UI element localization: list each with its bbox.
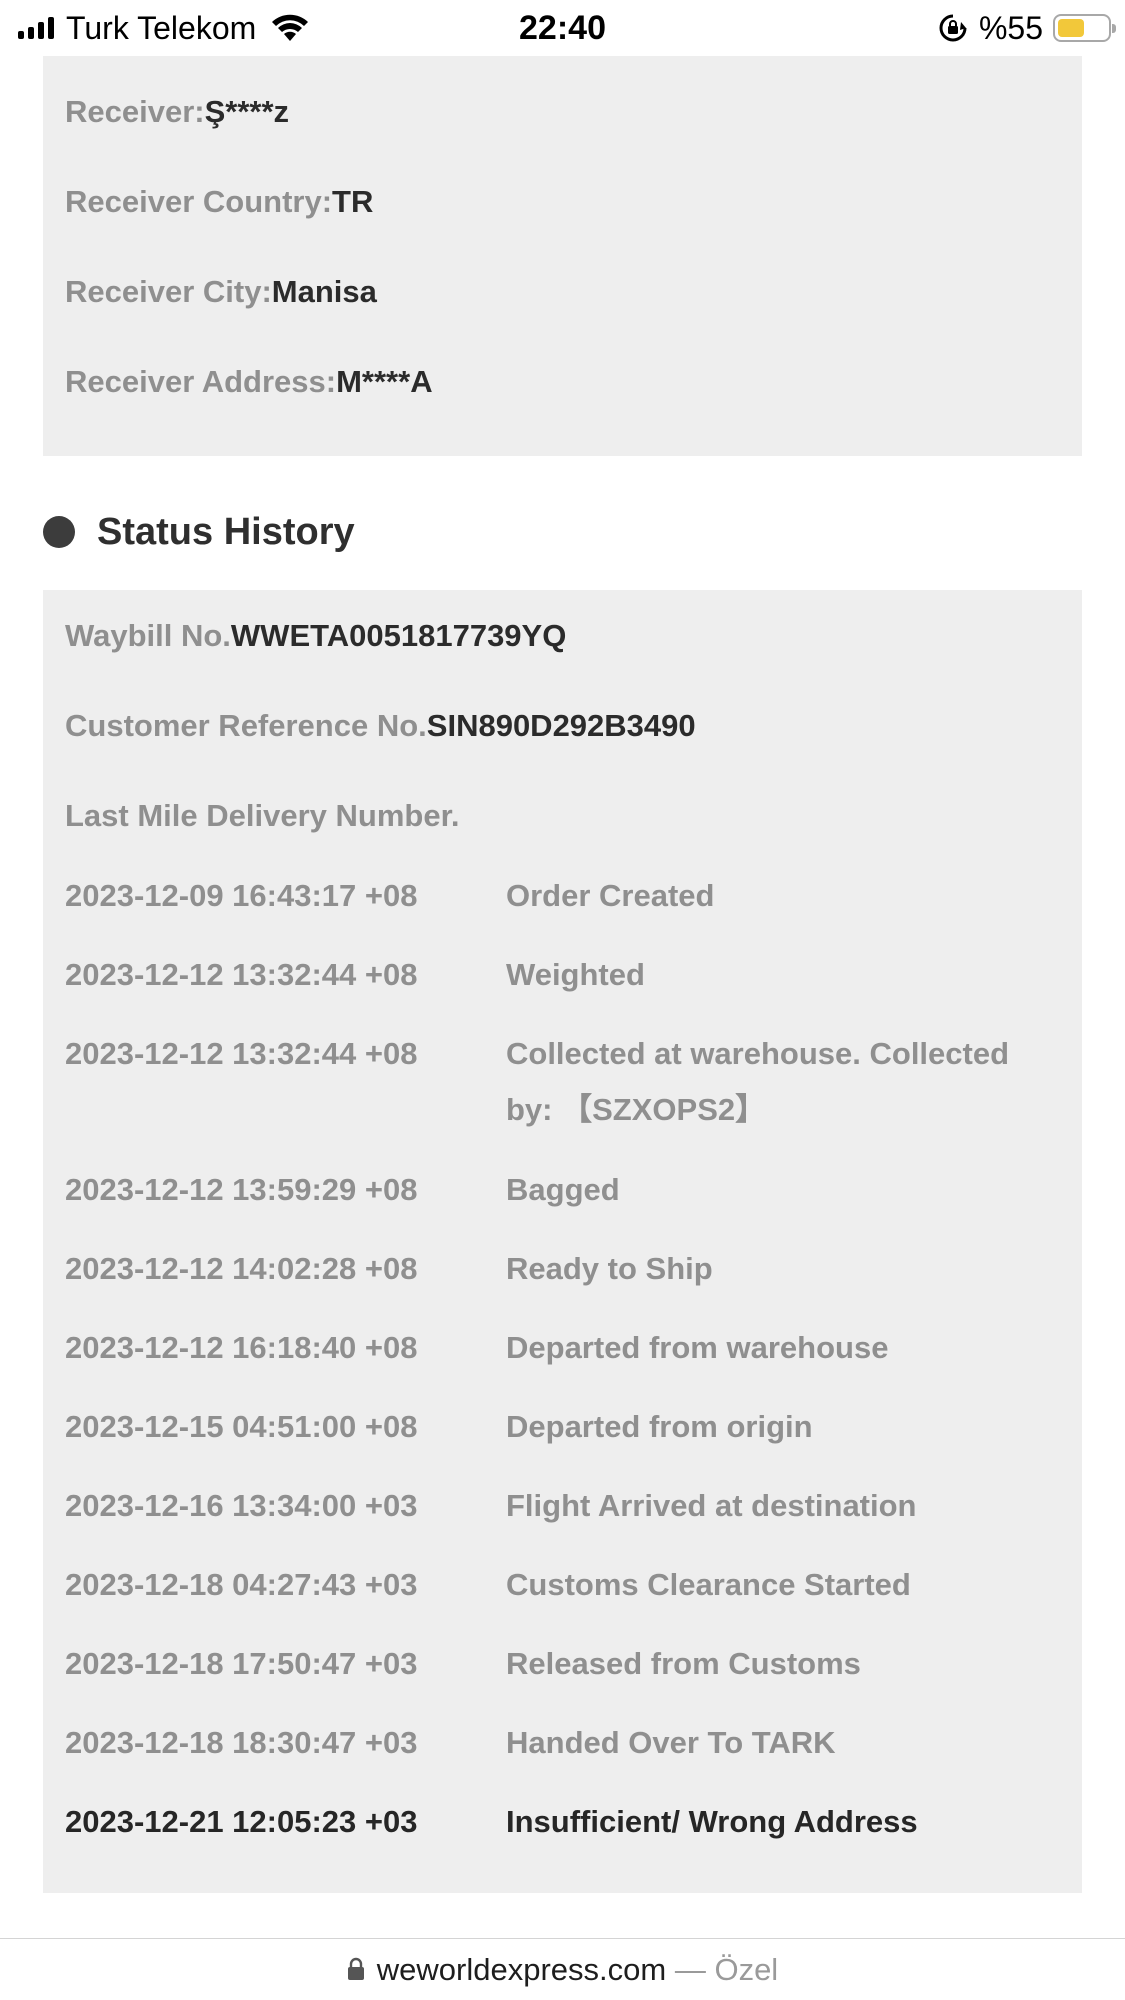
receiver-address-label: Receiver Address: [65, 364, 337, 399]
receiver-city-label: Receiver City: [65, 274, 272, 309]
event-time: 2023-12-18 18:30:47 +03 [65, 1725, 418, 1760]
receiver-address-row: Receiver Address:M****A [65, 362, 433, 402]
event-time: 2023-12-09 16:43:17 +08 [65, 878, 418, 913]
event-time: 2023-12-15 04:51:00 +08 [65, 1409, 418, 1444]
event-description: Order Created [506, 878, 715, 913]
section-title: Status History [97, 511, 355, 553]
receiver-name-label: Receiver: [65, 94, 205, 129]
event-time: 2023-12-18 17:50:47 +03 [65, 1646, 418, 1681]
status-history-card: Waybill No.WWETA0051817739YQ Customer Re… [43, 590, 1082, 1893]
event-time: 2023-12-12 13:32:44 +08 [65, 1036, 418, 1071]
last-mile-row: Last Mile Delivery Number. [65, 796, 460, 836]
event-description: Departed from origin [506, 1409, 813, 1444]
receiver-name-value: Ş****z [204, 94, 290, 129]
event-description: Collected at warehouse. Collected by: 【S… [506, 1036, 1010, 1127]
event-time: 2023-12-16 13:34:00 +03 [65, 1488, 418, 1523]
receiver-country-label: Receiver Country: [65, 184, 333, 219]
event-description: Bagged [506, 1172, 620, 1207]
url-domain[interactable]: weworldexpress.com [377, 1952, 666, 1987]
event-description: Insufficient/ Wrong Address [506, 1804, 918, 1839]
url-separator: — [666, 1952, 715, 1987]
event-time: 2023-12-12 13:59:29 +08 [65, 1172, 418, 1207]
battery-percentage: %55 [978, 10, 1043, 46]
receiver-country-row: Receiver Country:TR [65, 182, 373, 222]
browser-url-bar[interactable]: weworldexpress.com — Özel [0, 1938, 1125, 2000]
customer-reference-row: Customer Reference No.SIN890D292B3490 [65, 706, 696, 746]
event-time: 2023-12-12 13:32:44 +08 [65, 957, 418, 992]
padlock-icon [347, 1957, 364, 1980]
event-time: 2023-12-12 14:02:28 +08 [65, 1251, 418, 1286]
event-description: Departed from warehouse [506, 1330, 889, 1365]
event-time: 2023-12-18 04:27:43 +03 [65, 1567, 418, 1602]
event-description: Flight Arrived at destination [506, 1488, 917, 1523]
event-description: Customs Clearance Started [506, 1567, 911, 1602]
event-description: Released from Customs [506, 1646, 861, 1681]
event-time: 2023-12-12 16:18:40 +08 [65, 1330, 418, 1365]
event-time: 2023-12-21 12:05:23 +03 [65, 1804, 418, 1839]
receiver-name-row: Receiver:Ş****z [65, 92, 289, 132]
waybill-value: WWETA0051817739YQ [230, 618, 567, 653]
receiver-address-value: M****A [336, 364, 433, 399]
receiver-country-value: TR [332, 184, 374, 219]
receiver-city-value: Manisa [271, 274, 377, 309]
customer-reference-label: Customer Reference No. [65, 708, 427, 743]
customer-reference-value: SIN890D292B3490 [426, 708, 696, 743]
battery-icon [1053, 14, 1116, 42]
receiver-info-card: Receiver:Ş****z Receiver Country:TR Rece… [43, 56, 1082, 456]
waybill-label: Waybill No. [65, 618, 231, 653]
event-description: Ready to Ship [506, 1251, 713, 1286]
waybill-row: Waybill No.WWETA0051817739YQ [65, 616, 566, 656]
status-history-heading: Status History [43, 508, 355, 556]
private-browsing-label: Özel [714, 1952, 779, 1987]
status-bar: Turk Telekom 22:40 %55 [0, 0, 1125, 56]
battery-level-fill [1058, 19, 1084, 37]
status-bar-right: %55 [937, 10, 1116, 46]
event-description: Handed Over To TARK [506, 1725, 836, 1760]
receiver-city-row: Receiver City:Manisa [65, 272, 377, 312]
last-mile-label: Last Mile Delivery Number. [65, 798, 460, 833]
event-description: Weighted [506, 957, 645, 992]
rotation-lock-icon [939, 14, 967, 42]
bullet-icon [43, 516, 75, 548]
